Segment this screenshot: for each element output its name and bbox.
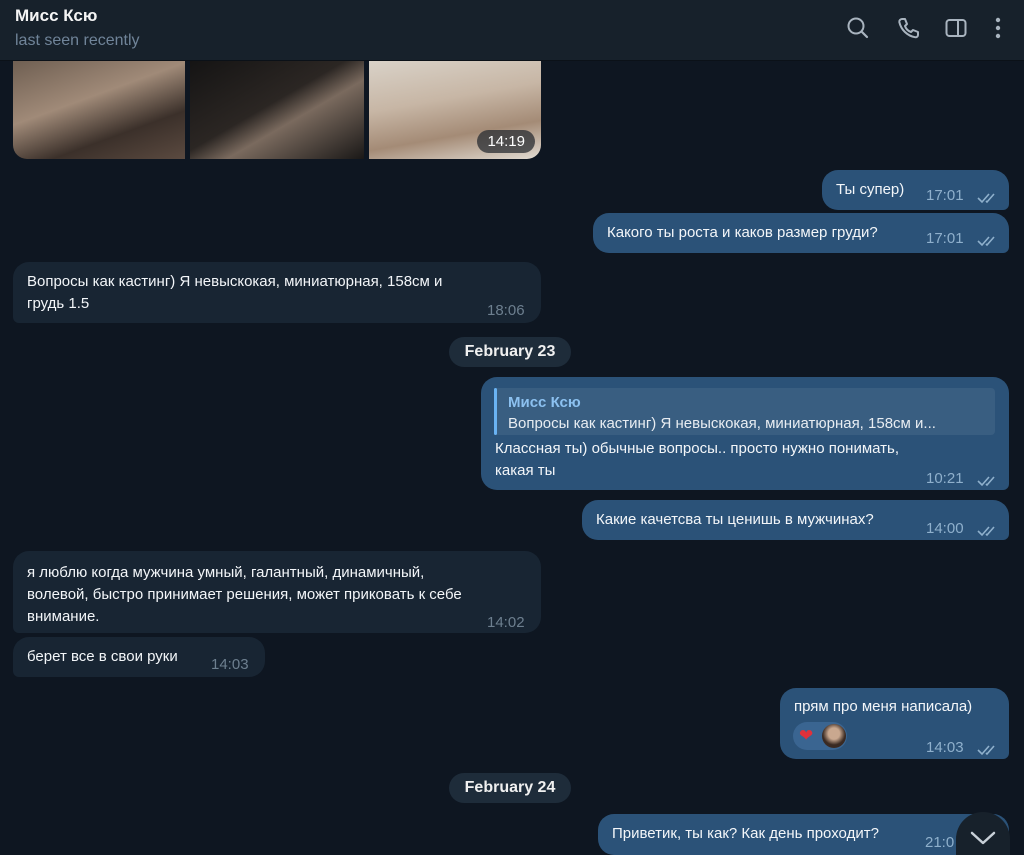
read-checkmarks-icon xyxy=(977,189,999,204)
chat-title[interactable]: Мисс Ксю xyxy=(15,6,97,26)
read-checkmarks-icon xyxy=(977,522,999,537)
message-time: 18:06 xyxy=(487,302,525,319)
search-icon[interactable] xyxy=(844,14,872,42)
incoming-message[interactable]: Вопросы как кастинг) Я невыскокая, миниа… xyxy=(13,262,541,323)
more-icon[interactable] xyxy=(984,14,1012,42)
read-checkmarks-icon xyxy=(977,472,999,487)
message-text: Ты супер) xyxy=(836,181,905,198)
outgoing-message[interactable]: Приветик, ты как? Как день проходит? 21:… xyxy=(598,814,1009,855)
photo-album[interactable]: 14:19 xyxy=(13,61,541,159)
message-time: 14:02 xyxy=(487,614,525,631)
reply-quote[interactable]: Мисс Ксю Вопросы как кастинг) Я невыскок… xyxy=(494,388,995,435)
message-text-line: я люблю когда мужчина умный, галантный, … xyxy=(27,564,425,581)
phone-icon[interactable] xyxy=(894,14,922,42)
message-time: 10:21 xyxy=(926,470,964,487)
photo-thumbnail[interactable] xyxy=(13,61,185,159)
reply-author: Мисс Ксю xyxy=(508,394,581,411)
outgoing-message[interactable]: Ты супер) 17:01 xyxy=(822,170,1009,210)
message-time: 14:03 xyxy=(211,656,249,673)
photo-thumbnail[interactable] xyxy=(190,61,364,159)
date-separator: February 24 xyxy=(449,773,571,803)
message-text: Какие качетсва ты ценишь в мужчинах? xyxy=(596,511,874,528)
date-separator: February 23 xyxy=(449,337,571,367)
outgoing-message[interactable]: Какого ты роста и каков размер груди? 17… xyxy=(593,213,1009,253)
message-time: 17:01 xyxy=(926,187,964,204)
read-checkmarks-icon xyxy=(977,741,999,756)
reply-quote-bar xyxy=(494,388,497,435)
message-text: берет все в свои руки xyxy=(27,648,178,665)
message-text: Какого ты роста и каков размер груди? xyxy=(607,224,878,241)
reactor-avatar xyxy=(822,724,846,748)
sidebar-toggle-icon[interactable] xyxy=(942,14,970,42)
message-time: 17:01 xyxy=(926,230,964,247)
message-time: 14:00 xyxy=(926,520,964,537)
message-text-line: грудь 1.5 xyxy=(27,295,90,312)
outgoing-message[interactable]: Какие качетсва ты ценишь в мужчинах? 14:… xyxy=(582,500,1009,540)
read-checkmarks-icon xyxy=(977,232,999,247)
outgoing-message[interactable]: прям про меня написала) ❤ 14:03 xyxy=(780,688,1009,759)
message-time: 21:0 xyxy=(925,834,955,851)
outgoing-message[interactable]: Мисс Ксю Вопросы как кастинг) Я невыскок… xyxy=(481,377,1009,490)
message-text-line: волевой, быстро принимает решения, может… xyxy=(27,586,462,603)
heart-reaction-icon: ❤ xyxy=(799,726,814,745)
message-text: Приветик, ты как? Как день проходит? xyxy=(612,825,879,842)
message-text-line: какая ты xyxy=(495,462,556,479)
chevron-down-icon xyxy=(970,831,996,845)
message-time: 14:03 xyxy=(926,739,964,756)
message-text-line: Классная ты) обычные вопросы.. просто ну… xyxy=(495,440,900,457)
message-text: прям про меня написала) xyxy=(794,698,973,715)
reply-text: Вопросы как кастинг) Я невыскокая, миниа… xyxy=(508,415,936,432)
message-text-line: Вопросы как кастинг) Я невыскокая, миниа… xyxy=(27,273,443,290)
incoming-message[interactable]: я люблю когда мужчина умный, галантный, … xyxy=(13,551,541,633)
chat-header: Мисс Ксю last seen recently xyxy=(0,0,1024,61)
album-time: 14:19 xyxy=(477,130,535,153)
message-text-line: внимание. xyxy=(27,608,100,625)
incoming-message[interactable]: берет все в свои руки 14:03 xyxy=(13,637,265,677)
reactions-badge[interactable]: ❤ xyxy=(793,722,847,750)
chat-status: last seen recently xyxy=(15,32,140,49)
